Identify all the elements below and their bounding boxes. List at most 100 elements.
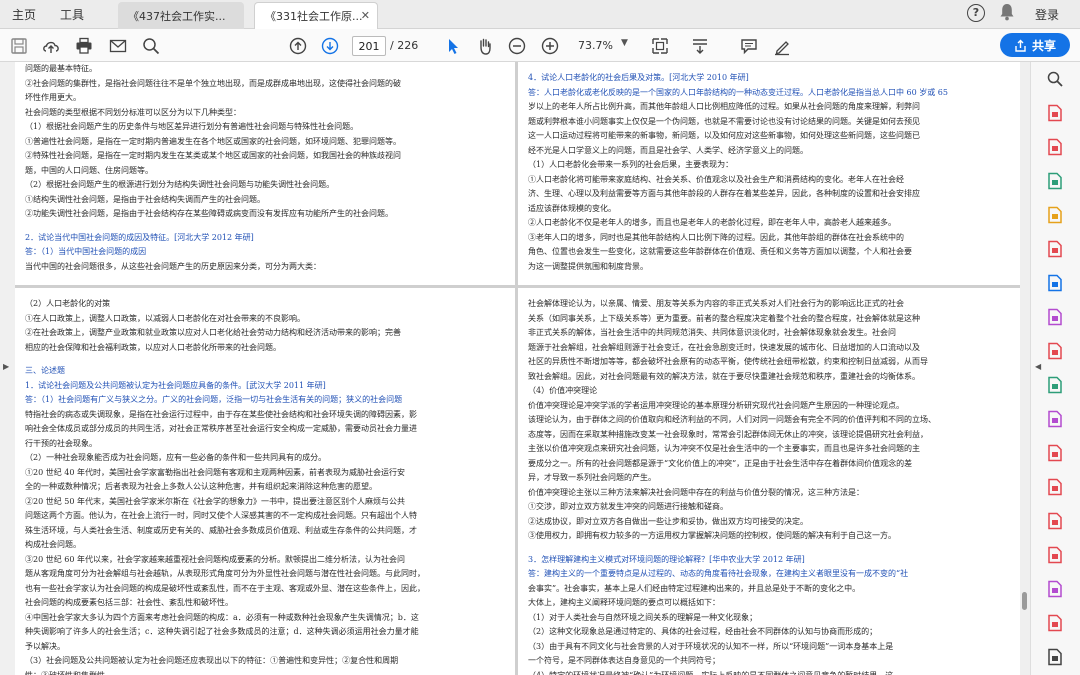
prev-page-icon[interactable] xyxy=(288,36,308,56)
text-line: （1）人口老龄化会带来一系列的社会后果，主要表现为： xyxy=(528,160,734,169)
text-line: （2）一种社会现象能否成为社会问题，应有一些必备的条件和一些共同具有的成分。 xyxy=(25,453,327,462)
convert-icon[interactable] xyxy=(1046,614,1064,632)
zoom-level[interactable]: 73.7% xyxy=(578,39,613,52)
bell-icon[interactable] xyxy=(999,3,1017,23)
highlight-pen-icon[interactable] xyxy=(772,36,792,56)
print-production-icon[interactable] xyxy=(1046,478,1064,496)
text-line: 问题的最基本特征。 xyxy=(25,64,97,73)
text-line xyxy=(528,62,1010,71)
text-line xyxy=(528,544,1010,553)
compress-icon[interactable] xyxy=(1046,240,1064,258)
text-line: （3）由于具有不同文化与社会背景的人对于环境状况的认知不一样，所以“环境问题”一… xyxy=(528,641,894,651)
scroll-thumb[interactable] xyxy=(1022,592,1027,610)
search-icon[interactable] xyxy=(141,36,161,56)
page-fit-icon[interactable] xyxy=(650,36,670,56)
vertical-scrollbar[interactable] xyxy=(1020,62,1030,675)
share-button[interactable]: 共享 xyxy=(1000,33,1070,57)
text-line: 关系（如同事关系，上下级关系等）更为重要。前者的整合程度决定着整个社会的整合程度… xyxy=(528,313,920,323)
text-line: 社会问题的构成要素包括三部：社会性、紊乱性和破坏性。 xyxy=(25,598,233,607)
measure-icon[interactable] xyxy=(1046,444,1064,462)
toolbar: / 226 73.7% ▼ 共享 xyxy=(0,29,1080,62)
text-line: ①交涉，即对立双方就发生冲突的问题进行接触和磋商。 xyxy=(528,502,728,511)
login-link[interactable]: 登录 xyxy=(1035,6,1059,23)
fill-sign-icon[interactable] xyxy=(1046,172,1064,190)
more-tools-icon[interactable] xyxy=(1046,648,1064,666)
text-line: ③使用权力，即拥有权力较多的一方运用权力掌握解决问题的控制权，使问题的解决有利于… xyxy=(528,531,896,540)
text-line: 三、论述题 xyxy=(25,366,65,375)
organize-pages-icon[interactable] xyxy=(1046,138,1064,156)
text-line: 答：（1）社会问题有广义与狭义之分。广义的社会问题，泛指一切与社会生活有关的问题… xyxy=(25,395,403,404)
text-line: ①人口老龄化将可能带来家庭结构、社会关系、价值观念以及社会生产和消费结构的变化。… xyxy=(528,174,904,184)
create-pdf-icon[interactable] xyxy=(1046,512,1064,530)
export-pdf-icon[interactable] xyxy=(1046,104,1064,122)
text-line: 要成分之一。所有的社会问题都是源于“文化价值上的冲突”，正是由于社会生活中存在着… xyxy=(528,458,913,468)
text-line: ②特殊性社会问题，是指在一定时期内发生在某类或某个地区或国家的社会问题，如我国社… xyxy=(25,151,401,160)
text-line: 全的一种或数种情况；后者表现为社会上多数人公认这种危害，并有组织起来消除这种危害… xyxy=(25,482,377,491)
text-line: ①在人口政策上，调整人口政策，以减弱人口老龄化在对社会带来的不良影响。 xyxy=(25,313,305,323)
pdf-page-top-right: 4．试论人口老龄化的社会后果及对策。[河北大学 2010 年研] 答：人口老龄化或… xyxy=(518,62,1020,285)
text-line: 社会问题的类型根据不同划分标准可以区分为以下几种类型： xyxy=(25,107,241,117)
accessibility-icon[interactable] xyxy=(1046,410,1064,428)
page-number-input[interactable] xyxy=(352,36,386,56)
home-nav[interactable]: 主页 xyxy=(12,6,36,23)
left-panel-toggle[interactable]: ▶ xyxy=(0,62,15,675)
expand-left-panel-icon[interactable]: ▶ xyxy=(3,362,9,371)
zoom-dropdown-icon[interactable]: ▼ xyxy=(621,38,628,48)
text-line: ②达成协议，即对立双方各自做出一些让步和妥协，做出双方均可接受的决定。 xyxy=(528,516,808,526)
email-icon[interactable] xyxy=(108,36,128,56)
text-line: 答：建构主义的一个重要特点是从过程的、动态的角度看待社会现象，在建构主义者眼里没… xyxy=(528,569,909,578)
text-line: ④中国社会学家大多认为四个方面来考虑社会问题的构成：a．必须有一种或数种社会现象… xyxy=(25,612,419,622)
text-line: 特指社会的病态或失调现象，是指在社会运行过程中，由于存在某些使社会结构和社会环境… xyxy=(25,409,417,419)
comment-icon[interactable] xyxy=(739,36,759,56)
text-line: （2）这种文化现象总是通过特定的、具体的社会过程，经由社会不同群体的认知与协商而… xyxy=(528,627,878,636)
edit-pdf-icon[interactable] xyxy=(1046,308,1064,326)
combine-files-icon[interactable] xyxy=(1046,342,1064,360)
tab-label: 《437社会工作实... xyxy=(128,9,226,23)
protect-icon[interactable] xyxy=(1046,274,1064,292)
tools-nav[interactable]: 工具 xyxy=(60,6,84,23)
scan-icon[interactable] xyxy=(1046,376,1064,394)
text-line: （1）根据社会问题产生的历史条件与地区差异进行划分有普遍性社会问题与特殊性社会问… xyxy=(25,122,359,131)
save-icon[interactable] xyxy=(9,36,29,56)
text-line: （3）社会问题及公共问题被认定为社会问题还应表现出以下的特征：①普遍性和变异性；… xyxy=(25,656,399,665)
text-line: 相应的社会保障和社会福利政策，以应对人口老龄化所带来的社会问题。 xyxy=(25,342,281,352)
tab-document-2[interactable]: 《331社会工作原... ✕ xyxy=(254,2,378,29)
text-line: 响社会全体成员或部分成员的共同生活，对社会正常秩序甚至社会运行安全构成一定威胁，… xyxy=(25,424,417,433)
text-line: 坏性作用更大。 xyxy=(25,93,81,102)
collapse-right-panel-icon[interactable]: ◀ xyxy=(1035,362,1041,371)
sign-pen-icon[interactable] xyxy=(1046,580,1064,598)
text-line: 这一人口运动过程将可能带来的新事物，新问题，以及如何应对这些新事物，如何处理这些… xyxy=(528,131,920,140)
next-page-icon[interactable] xyxy=(320,36,340,56)
print-icon[interactable] xyxy=(74,36,94,56)
pdf-page-bottom-right: 社会解体理论认为，以亲属、情爱、朋友等关系为内容的非正式关系对人们社会行为的影响… xyxy=(518,288,1020,675)
text-line: 也有一些社会学家认为社会问题的构成是破坏性或紊乱性，而不在于主观、客观或外显、潜… xyxy=(25,583,425,593)
pdf-reader-window: 主页 工具 《437社会工作实... 《331社会工作原... ✕ ? 登录 2… xyxy=(0,0,1080,675)
text-line: （2）人口老龄化的对策 xyxy=(25,299,111,308)
text-line: （4）特定的环境状况最终被“确认”为环境问题，实际上反映的是不同群体之间意见竞争… xyxy=(528,670,894,675)
cursor-icon[interactable] xyxy=(443,36,463,56)
text-line: ②在社会政策上，调整产业政策和就业政策以应对人口老化给社会劳动力结构和经济活动带… xyxy=(25,328,401,337)
zoom-search-icon[interactable] xyxy=(1046,70,1064,88)
text-line: 当代中国的社会问题很多，从这些社会问题产生的历史原因来分类，可分为两大类： xyxy=(25,261,321,271)
text-line: 致社会解组。因此，对社会问题最有效的解决方法，就在于要尽快重建社会规范和秩序，重… xyxy=(528,371,920,381)
text-line: 1．试论社会问题及公共问题被认定为社会问题应具备的条件。[武汉大学 2011 年… xyxy=(25,380,326,390)
tab-document-1[interactable]: 《437社会工作实... xyxy=(118,2,244,29)
text-line: ③老年人口的增多，同时也是其他年龄结构人口比例下降的过程。因此，其他年龄组的群体… xyxy=(528,232,904,242)
comment-icon[interactable] xyxy=(1046,206,1064,224)
close-tab-icon[interactable]: ✕ xyxy=(361,9,370,22)
text-line: 行干预的社会现象。 xyxy=(25,438,97,448)
text-line: ①结构失调性社会问题，是指由于社会结构失调而产生的社会问题。 xyxy=(25,194,265,204)
stamp-icon[interactable] xyxy=(1046,546,1064,564)
text-line: ②功能失调性社会问题，是指由于社会结构存在某些障碍或病变而没有发挥应有功能所产生… xyxy=(25,209,393,218)
text-line xyxy=(25,288,505,297)
zoom-in-icon[interactable] xyxy=(540,36,560,56)
zoom-out-icon[interactable] xyxy=(507,36,527,56)
text-line: 经不光是人口学意义上的问题，而且是社会学、人类学、经济学意义上的问题。 xyxy=(528,145,808,155)
scroll-mode-icon[interactable] xyxy=(690,36,710,56)
document-view[interactable]: 问题的最基本特征。 ②社会问题的集群性，是指社会问题往往不是单个独立地出现，而是成… xyxy=(15,62,1020,675)
share-icon xyxy=(1015,39,1026,52)
help-icon[interactable]: ? xyxy=(967,4,985,22)
upload-icon[interactable] xyxy=(41,36,61,56)
hand-icon[interactable] xyxy=(475,36,495,56)
pdf-page-top-left: 问题的最基本特征。 ②社会问题的集群性，是指社会问题往往不是单个独立地出现，而是成… xyxy=(15,62,515,285)
